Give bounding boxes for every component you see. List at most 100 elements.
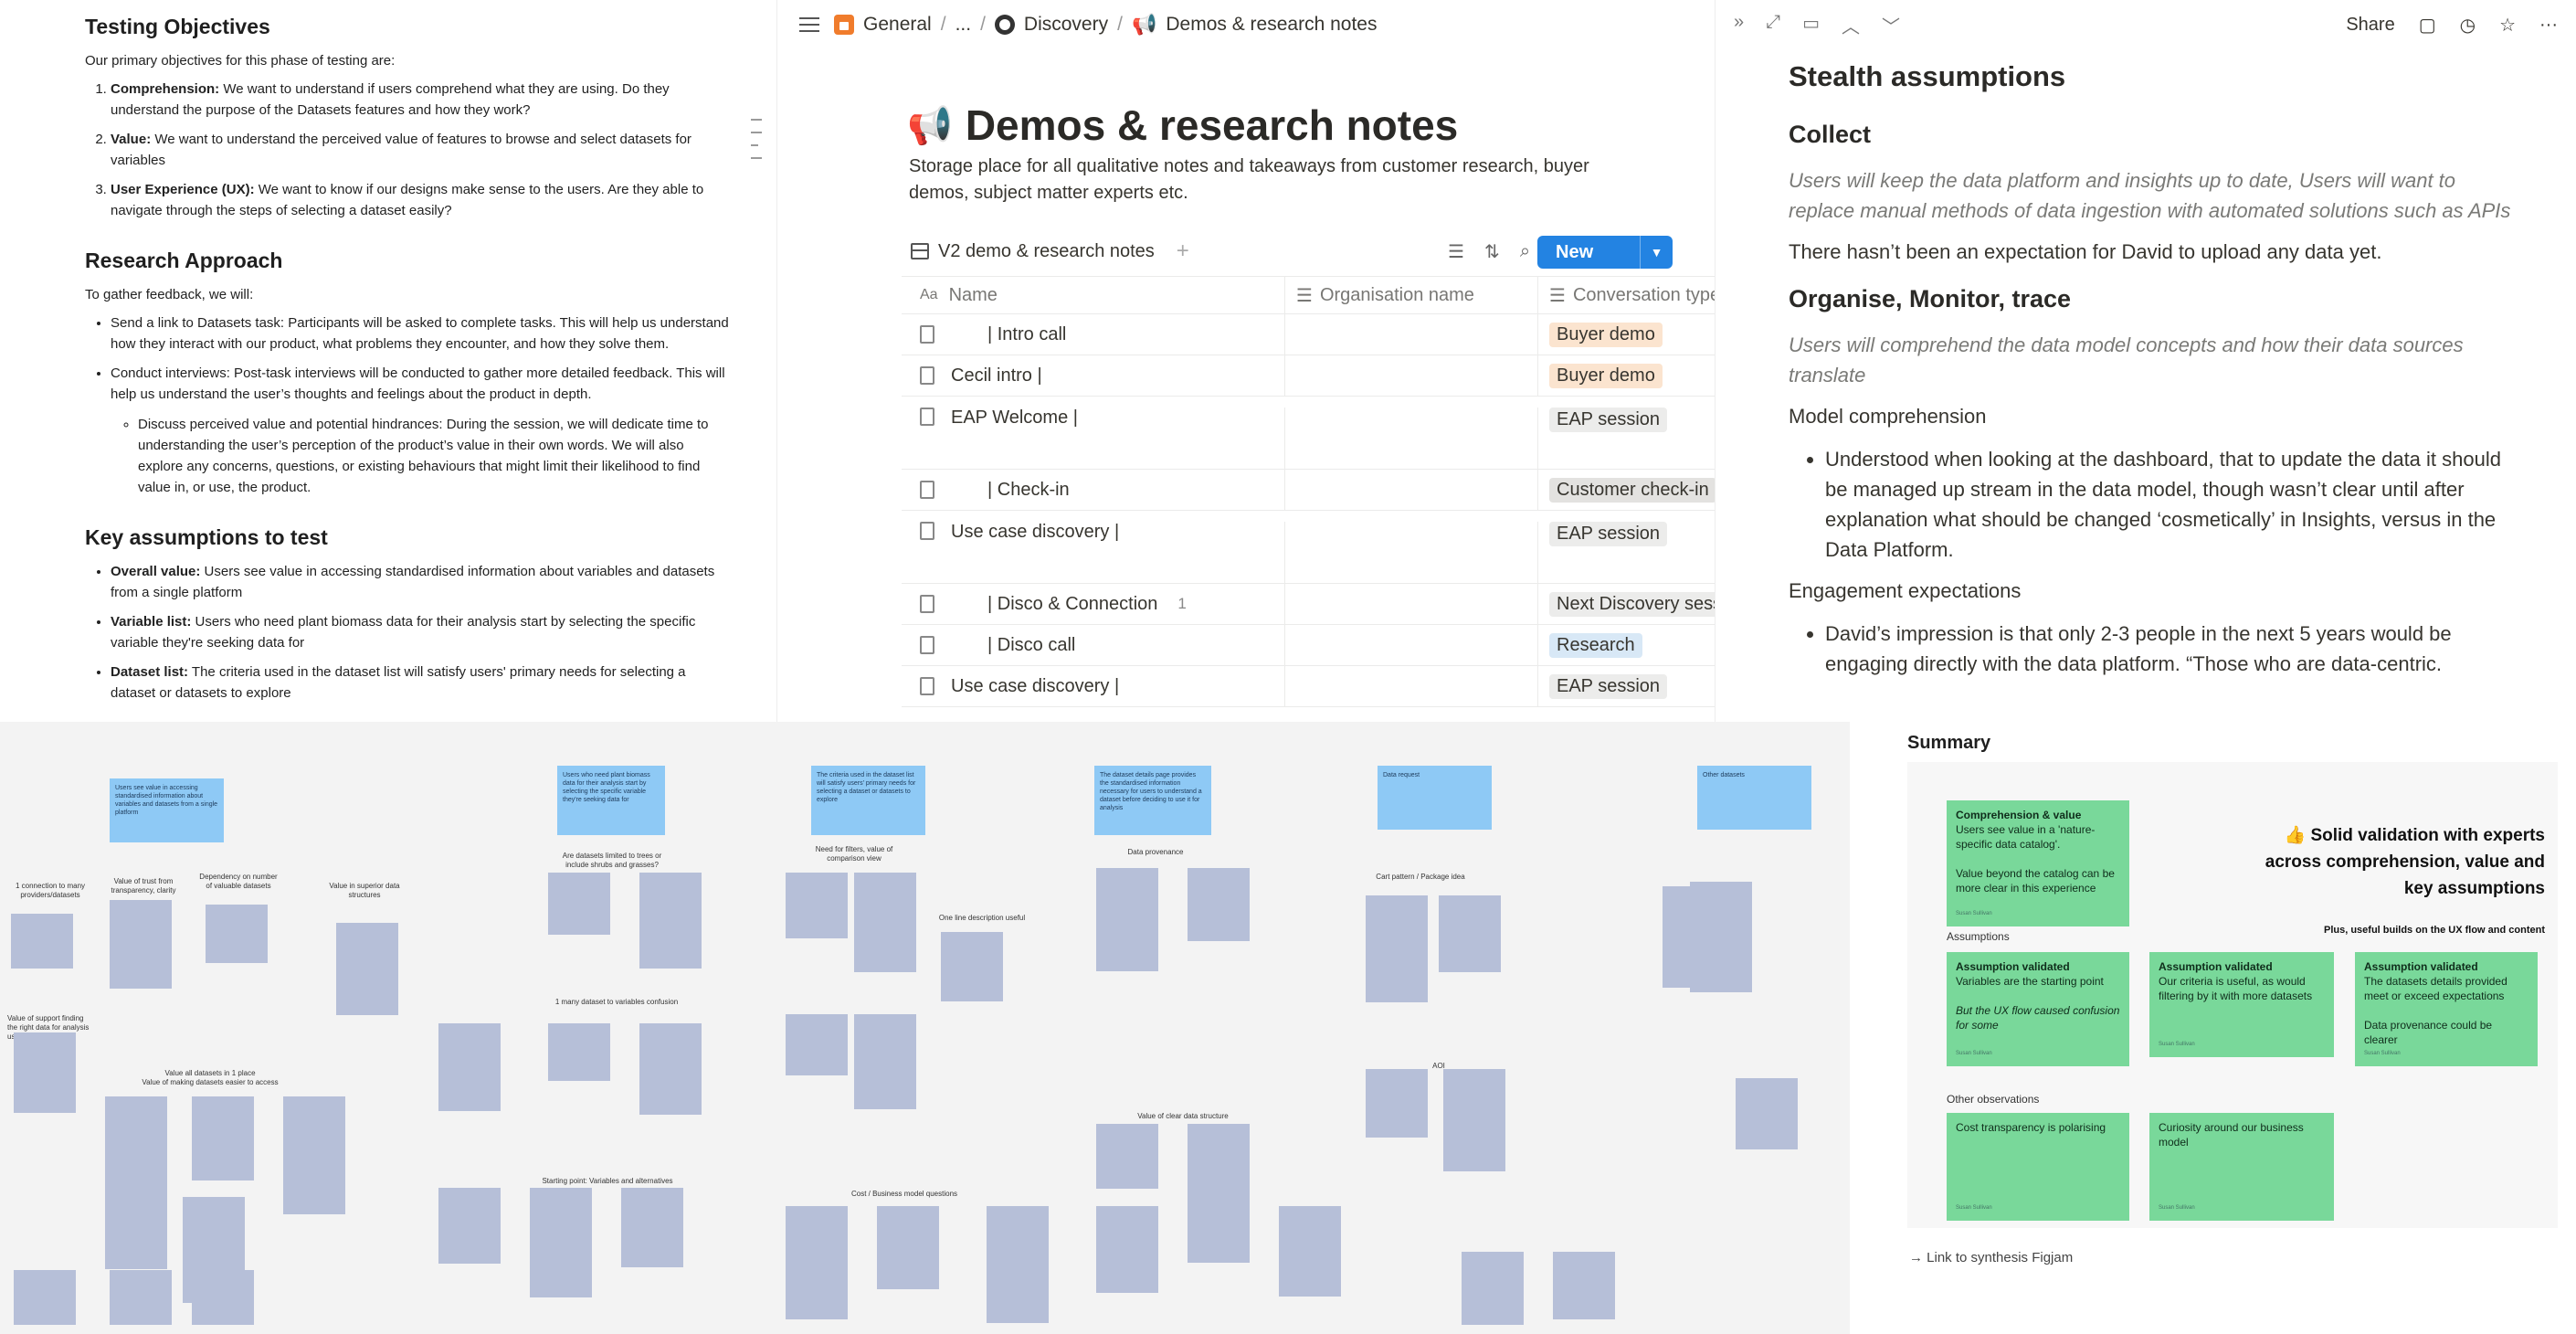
row-organisation-cell[interactable] [1285, 470, 1538, 510]
assumption-sticky[interactable]: Users who need plant biomass data for th… [557, 766, 665, 835]
row-organisation-cell[interactable] [1285, 522, 1538, 583]
row-organisation-cell[interactable] [1285, 625, 1538, 665]
assumption-sticky[interactable]: The dataset details page provides the st… [1094, 766, 1211, 835]
table-row[interactable]: | Disco call Research [902, 625, 1715, 666]
research-sticky[interactable] [786, 1014, 848, 1075]
new-button[interactable]: New ▼ [1537, 236, 1673, 269]
research-sticky[interactable] [1736, 1078, 1798, 1149]
table-row[interactable]: | Disco & Connection 1 Next Discovery sess… [902, 584, 1715, 625]
menu-icon[interactable] [799, 17, 819, 32]
table-row[interactable]: | Intro call Buyer demo [902, 314, 1715, 355]
table-row[interactable]: Use case discovery | EAP session [902, 666, 1715, 707]
research-sticky[interactable] [987, 1206, 1049, 1323]
research-sticky[interactable] [336, 923, 398, 1015]
share-button[interactable]: Share [2346, 15, 2394, 36]
row-organisation-cell[interactable] [1285, 355, 1538, 396]
column-organisation[interactable]: ☰ Organisation name [1285, 277, 1538, 313]
research-sticky[interactable] [11, 914, 73, 969]
figjam-board[interactable]: Users see value in accessing standardise… [0, 722, 1850, 1334]
research-sticky[interactable] [548, 1023, 610, 1081]
row-type-cell[interactable]: Customer check-in [1538, 470, 1715, 510]
research-sticky[interactable] [621, 1188, 683, 1267]
history-icon[interactable]: ◷ [2460, 14, 2476, 37]
row-organisation-cell[interactable] [1285, 314, 1538, 355]
research-sticky[interactable] [941, 932, 1003, 1001]
breadcrumb-general[interactable]: General [863, 14, 932, 36]
research-sticky[interactable] [105, 1096, 167, 1211]
comment-icon[interactable]: ▢ [2419, 14, 2436, 37]
research-sticky[interactable] [1553, 1252, 1615, 1319]
filter-icon[interactable]: ☰ [1448, 240, 1464, 263]
research-sticky[interactable] [283, 1096, 345, 1214]
research-sticky[interactable] [786, 873, 848, 938]
research-sticky[interactable] [1366, 895, 1428, 1002]
row-name-cell[interactable]: Cecil intro | [902, 355, 1285, 396]
assumption-sticky[interactable]: Assumption validated Variables are the st… [1947, 952, 2129, 1066]
research-sticky[interactable] [192, 1270, 254, 1325]
chevron-down-icon[interactable]: ﹀ [1882, 12, 1900, 38]
assumption-sticky[interactable]: Assumption validated Our criteria is usef… [2149, 952, 2334, 1057]
comment-count[interactable]: 1 [1177, 595, 1186, 613]
column-name[interactable]: Aa Name [902, 277, 1285, 313]
row-type-cell[interactable]: Buyer demo [1538, 355, 1715, 396]
summary-sticky[interactable]: Comprehension & value Users see value in… [1947, 800, 2129, 926]
research-sticky[interactable] [1443, 1069, 1505, 1171]
breadcrumb-discovery[interactable]: Discovery [1024, 14, 1108, 36]
database-view-tab[interactable]: V2 demo & research notes + [911, 238, 1189, 264]
research-sticky[interactable] [1188, 1206, 1250, 1263]
row-organisation-cell[interactable] [1285, 666, 1538, 706]
research-sticky[interactable] [1096, 1124, 1158, 1189]
assumption-sticky[interactable]: Data request [1378, 766, 1492, 830]
assumption-sticky[interactable]: Other datasets [1697, 766, 1811, 830]
table-row[interactable]: EAP Welcome | EAP session [902, 397, 1715, 470]
outline-scroll-indicator[interactable] [751, 119, 764, 170]
research-sticky[interactable] [854, 873, 916, 972]
synthesis-link[interactable]: → Link to synthesis Figjam [1909, 1250, 2073, 1265]
breadcrumb-current[interactable]: Demos & research notes [1166, 14, 1377, 36]
chevron-up-icon[interactable]: ︿ [1842, 12, 1860, 38]
research-sticky[interactable] [854, 1014, 916, 1109]
star-icon[interactable]: ☆ [2499, 14, 2516, 37]
research-sticky[interactable] [639, 873, 702, 969]
research-sticky[interactable] [877, 1206, 939, 1289]
research-sticky[interactable] [438, 1188, 501, 1264]
expand-icon[interactable]: ⤢ [1766, 12, 1780, 38]
row-name-cell[interactable]: | Disco call [902, 625, 1285, 665]
breadcrumb-ellipsis[interactable]: ... [955, 14, 972, 36]
research-sticky[interactable] [548, 873, 610, 935]
research-sticky[interactable] [786, 1206, 848, 1319]
row-type-cell[interactable]: Buyer demo [1538, 314, 1715, 355]
research-sticky[interactable] [1096, 1206, 1158, 1293]
assumption-sticky[interactable]: Users see value in accessing standardise… [110, 778, 224, 842]
research-sticky[interactable] [530, 1188, 592, 1297]
chevron-down-icon[interactable]: ▼ [1640, 236, 1673, 269]
research-sticky[interactable] [1366, 1069, 1428, 1138]
row-organisation-cell[interactable] [1285, 584, 1538, 624]
research-sticky[interactable] [1462, 1252, 1524, 1325]
more-icon[interactable]: ··· [2539, 15, 2558, 36]
sort-icon[interactable]: ⇅ [1484, 240, 1500, 263]
row-type-cell[interactable]: EAP session [1538, 666, 1715, 706]
research-sticky[interactable] [1439, 895, 1501, 972]
research-sticky[interactable] [1096, 868, 1158, 971]
assumption-sticky[interactable]: The criteria used in the dataset list wi… [811, 766, 925, 835]
row-name-cell[interactable]: | Check-in [902, 470, 1285, 510]
row-name-cell[interactable]: EAP Welcome | [902, 408, 1285, 469]
row-type-cell[interactable]: EAP session [1538, 408, 1715, 469]
add-view-icon[interactable]: + [1177, 238, 1189, 264]
research-sticky[interactable] [1663, 886, 1725, 988]
research-sticky[interactable] [206, 905, 268, 963]
research-sticky[interactable] [14, 1270, 76, 1325]
row-type-cell[interactable]: Next Discovery session [1538, 584, 1715, 624]
row-type-cell[interactable]: Research [1538, 625, 1715, 665]
row-organisation-cell[interactable] [1285, 408, 1538, 469]
row-type-cell[interactable]: EAP session [1538, 522, 1715, 583]
research-sticky[interactable] [110, 1270, 172, 1325]
row-name-cell[interactable]: Use case discovery | [902, 522, 1285, 583]
collapse-icon[interactable]: » [1734, 12, 1744, 38]
row-name-cell[interactable]: | Disco & Connection 1 [902, 584, 1285, 624]
row-name-cell[interactable]: | Intro call [902, 314, 1285, 355]
sidebar-toggle-icon[interactable]: ▭ [1802, 12, 1820, 38]
table-row[interactable]: | Check-in Customer check-in [902, 470, 1715, 511]
research-sticky[interactable] [1279, 1206, 1341, 1297]
